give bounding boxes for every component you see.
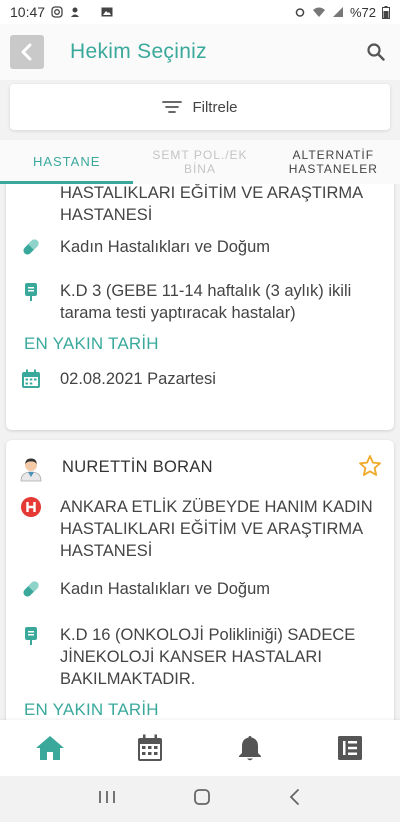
star-outline-icon [359,455,381,476]
nearest-date-label: EN YAKIN TARİH [24,700,159,719]
back-chevron-icon [289,788,299,805]
bell-icon [239,736,261,761]
department-name: Kadın Hastalıkları ve Doğum [60,580,271,598]
clinic-name: K.D 3 (GEBE 11-14 haftalık (3 aylık) iki… [60,282,352,322]
doctor-list[interactable]: ANKARA ETLİK ZÜBEYDE HANIM KADIN HASTALI… [0,184,400,720]
nearest-date: 02.08.2021 Pazartesi [60,370,216,388]
back-arrow-icon [21,43,32,61]
pill-icon [20,578,42,600]
hospital-name: ANKARA ETLİK ZÜBEYDE HANIM KADIN HASTALI… [60,498,373,560]
hospital-name: ANKARA ETLİK ZÜBEYDE HANIM KADIN HASTALI… [60,184,363,224]
calendar-icon [138,734,162,761]
doctor-name: NURETTİN BORAN [62,458,213,476]
bottom-navigation [0,720,400,776]
back-button[interactable] [10,35,44,69]
nav-menu[interactable] [300,720,400,776]
calendar-icon [20,368,42,390]
department-name: Kadın Hastalıkları ve Doğum [60,238,271,256]
pill-icon [20,236,42,258]
tab-alternative-hospitals[interactable]: ALTERNATİF HASTANELER [267,140,400,184]
list-icon [338,736,362,760]
clinic-name: K.D 16 (ONKOLOJİ Polikliniği) SADECE JİN… [60,626,356,688]
nearest-date-label: EN YAKIN TARİH [24,334,159,353]
tab-bar: HASTANE SEMT POL./EK BİNA ALTERNATİF HAS… [0,140,400,184]
iv-bag-icon [20,624,42,646]
tab-district-clinic[interactable]: SEMT POL./EK BİNA [133,140,266,184]
nav-notifications[interactable] [200,720,300,776]
home-circle-icon [194,788,210,805]
page-title: Hekim Seçiniz [70,40,207,63]
hospital-row: ANKARA ETLİK ZÜBEYDE HANIM KADIN HASTALI… [20,184,384,226]
nav-home[interactable] [0,720,100,776]
signal-icon [332,7,343,17]
home-icon [36,736,64,760]
search-button[interactable] [364,40,388,64]
favorite-button[interactable] [358,454,382,483]
gallery-icon [101,7,113,17]
hospital-h-icon [20,496,42,518]
system-back-button[interactable] [288,788,302,811]
system-navigation-bar [0,776,400,822]
doctor-card[interactable]: ANKARA ETLİK ZÜBEYDE HANIM KADIN HASTALI… [6,184,394,430]
status-bar: 10:47 %72 [0,0,400,24]
doctor-card[interactable]: NURETTİN BORAN ANKARA ETLİK ZÜBEYDE HANI… [6,440,394,720]
tab-district-clinic-label: SEMT POL./EK BİNA [152,148,248,176]
notification-icon [71,7,80,17]
wifi-icon [312,7,325,17]
recent-apps-button[interactable] [98,789,116,810]
home-system-button[interactable] [193,788,211,811]
clinic-row: K.D 3 (GEBE 11-14 haftalık (3 aylık) iki… [20,280,384,324]
tab-hospital[interactable]: HASTANE [0,140,134,184]
status-time: 10:47 [10,4,46,20]
recent-apps-icon [99,790,116,803]
filter-button[interactable]: Filtrele [10,84,390,130]
battery-level: %72 [349,4,376,20]
filter-icon [162,101,183,113]
hospital-row: ANKARA ETLİK ZÜBEYDE HANIM KADIN HASTALI… [20,496,384,562]
doctor-row: NURETTİN BORAN [20,456,384,482]
app-header: Hekim Seçiniz [0,24,400,80]
alarm-icon [295,8,305,17]
filter-label: Filtrele [192,98,238,116]
iv-bag-icon [20,280,42,302]
nav-appointments[interactable] [100,720,200,776]
date-row: 02.08.2021 Pazartesi [20,368,384,390]
department-row: Kadın Hastalıkları ve Doğum [20,236,384,258]
search-icon [367,43,385,61]
battery-icon [382,5,390,19]
tab-alternative-hospitals-label: ALTERNATİF HASTANELER [288,148,378,176]
instagram-icon [51,6,63,18]
doctor-avatar-icon [18,456,44,482]
clinic-row: K.D 16 (ONKOLOJİ Polikliniği) SADECE JİN… [20,624,384,690]
department-row: Kadın Hastalıkları ve Doğum [20,578,384,600]
